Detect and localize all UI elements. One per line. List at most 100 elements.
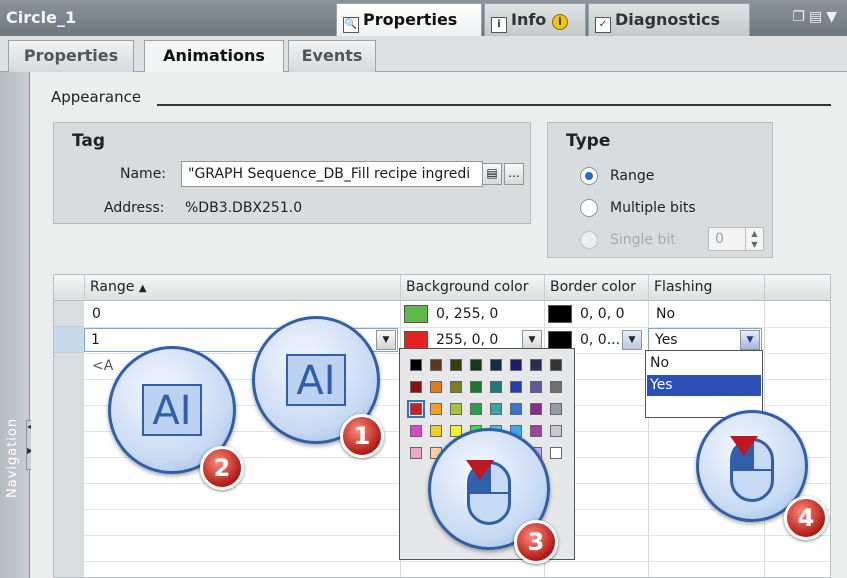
- row-header-1[interactable]: [54, 327, 84, 353]
- palette-swatch[interactable]: [410, 425, 422, 437]
- border-color-dropdown-button[interactable]: ▼: [622, 330, 642, 350]
- bit-spinner: 0 ▲ ▼: [708, 227, 764, 251]
- col-range[interactable]: Range ▲: [84, 275, 400, 301]
- click-indicator-icon: [466, 460, 494, 480]
- row-header-rest: [54, 353, 84, 577]
- callout-number-4: 4: [784, 496, 828, 540]
- palette-swatch[interactable]: [430, 403, 442, 415]
- palette-swatch[interactable]: [410, 381, 422, 393]
- palette-swatch[interactable]: [510, 381, 522, 393]
- palette-swatch[interactable]: [490, 359, 502, 371]
- palette-swatch[interactable]: [470, 381, 482, 393]
- chevron-down-icon: ▼: [628, 335, 636, 345]
- radio-multiple-bits-label: Multiple bits: [610, 200, 696, 216]
- add-row-link[interactable]: <A: [86, 355, 113, 374]
- border-color-swatch-0: [548, 305, 572, 323]
- tag-heading: Tag: [72, 131, 106, 151]
- table-row-0-bg-color[interactable]: 0, 255, 0: [430, 303, 498, 322]
- radio-multiple-bits[interactable]: [580, 199, 598, 217]
- section-divider: [157, 104, 831, 106]
- col-flashing[interactable]: Flashing: [648, 275, 764, 301]
- row-header-0[interactable]: [54, 301, 84, 327]
- palette-swatch[interactable]: [490, 381, 502, 393]
- appearance-heading: Appearance: [51, 88, 142, 106]
- tag-name-label: Name:: [120, 166, 167, 182]
- sub-tab-bar: Properties Animations Events: [0, 36, 847, 73]
- col-background-color[interactable]: Background color: [400, 275, 544, 301]
- diagnostics-icon: ✓: [595, 17, 611, 33]
- navigation-label: Navigation: [5, 417, 20, 498]
- flashing-option-yes[interactable]: Yes: [647, 375, 761, 396]
- palette-swatch[interactable]: [430, 425, 442, 437]
- mouse-divider: [470, 492, 508, 494]
- tab-animations[interactable]: Animations: [144, 40, 284, 73]
- palette-swatch[interactable]: [430, 359, 442, 371]
- palette-swatch[interactable]: [530, 403, 542, 415]
- table-row-0-border-color[interactable]: 0, 0, 0: [574, 303, 625, 322]
- text-input-icon: AⅠ: [142, 384, 202, 436]
- table-row-0-range[interactable]: 0: [86, 303, 101, 322]
- palette-swatch[interactable]: [550, 381, 562, 393]
- palette-swatch[interactable]: [407, 400, 425, 418]
- type-group: Type Range Multiple bits Single bit 0 ▲ ▼: [547, 122, 773, 258]
- tag-list-button[interactable]: ▤: [482, 163, 502, 185]
- row-header-corner: [54, 275, 84, 301]
- palette-swatch[interactable]: [550, 425, 562, 437]
- palette-swatch[interactable]: [490, 403, 502, 415]
- palette-swatch[interactable]: [430, 381, 442, 393]
- palette-swatch[interactable]: [450, 359, 462, 371]
- tab-diagnostics-top[interactable]: ✓ Diagnostics: [588, 3, 750, 36]
- layout-icon[interactable]: ▤: [809, 9, 826, 25]
- click-indicator-icon: [730, 436, 758, 456]
- sort-up-icon: ▲: [138, 283, 147, 294]
- table-row-1-border-color[interactable]: 0, 0...: [574, 329, 620, 348]
- tag-name-field[interactable]: "GRAPH Sequence_DB_Fill recipe ingredi: [181, 161, 483, 187]
- palette-swatch[interactable]: [530, 381, 542, 393]
- navigation-strip[interactable]: Navigation ◀▶: [0, 72, 34, 578]
- table-row-1-bg-color[interactable]: 255, 0, 0: [430, 329, 498, 348]
- bg-color-swatch-0: [404, 305, 428, 323]
- palette-swatch[interactable]: [550, 403, 562, 415]
- palette-swatch[interactable]: [450, 381, 462, 393]
- border-color-swatch-1: [548, 331, 572, 349]
- palette-swatch[interactable]: [470, 403, 482, 415]
- palette-swatch[interactable]: [410, 447, 422, 459]
- palette-swatch[interactable]: [410, 359, 422, 371]
- radio-single-bit: [580, 231, 598, 249]
- palette-swatch[interactable]: [470, 359, 482, 371]
- radio-range-label: Range: [610, 168, 655, 184]
- tab-info-top[interactable]: i Info i: [484, 3, 586, 36]
- window-controls[interactable]: ❐▤▼: [792, 9, 841, 25]
- callout-number-2: 2: [200, 446, 244, 490]
- table-row-0-flashing[interactable]: No: [650, 303, 675, 322]
- palette-swatch[interactable]: [450, 403, 462, 415]
- tab-properties-top[interactable]: 🔍 Properties: [336, 3, 482, 36]
- mouse-divider: [733, 469, 771, 471]
- tag-browse-button[interactable]: ...: [504, 163, 524, 185]
- chevron-down-icon[interactable]: ▼: [826, 9, 841, 25]
- flashing-option-no[interactable]: No: [647, 353, 761, 374]
- flashing-dropdown-button[interactable]: ▼: [740, 330, 760, 350]
- bg-color-dropdown-button[interactable]: ▼: [522, 330, 542, 350]
- palette-swatch[interactable]: [530, 359, 542, 371]
- properties-icon: 🔍: [343, 17, 359, 33]
- flashing-dropdown-list[interactable]: No Yes: [645, 350, 763, 418]
- range-dropdown-button[interactable]: ▼: [376, 330, 396, 350]
- restore-icon[interactable]: ❐: [792, 9, 809, 25]
- bg-color-swatch-1: [404, 331, 428, 349]
- palette-swatch[interactable]: [550, 447, 562, 459]
- palette-swatch[interactable]: [550, 359, 562, 371]
- address-value: %DB3.DBX251.0: [185, 200, 303, 216]
- col-border-color[interactable]: Border color: [544, 275, 648, 301]
- palette-swatch[interactable]: [510, 403, 522, 415]
- chevron-down-icon: ▼: [746, 335, 754, 345]
- tab-events[interactable]: Events: [288, 40, 376, 72]
- type-heading: Type: [566, 131, 611, 151]
- palette-swatch[interactable]: [530, 425, 542, 437]
- palette-swatch[interactable]: [510, 359, 522, 371]
- tab-properties[interactable]: Properties: [8, 40, 134, 72]
- radio-range[interactable]: [580, 167, 598, 185]
- info-icon: i: [491, 17, 507, 33]
- text-input-icon: AⅠ: [286, 354, 346, 406]
- col-filler: [764, 275, 830, 301]
